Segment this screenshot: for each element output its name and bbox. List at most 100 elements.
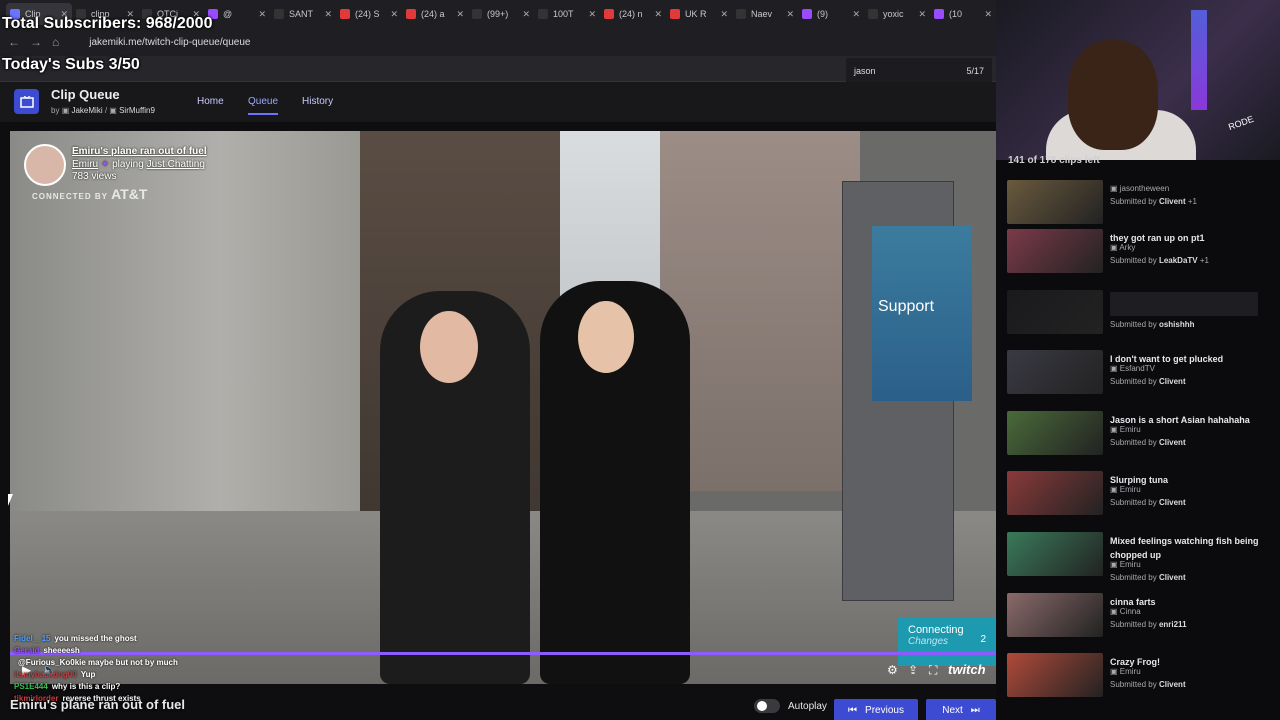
category-link[interactable]: Just Chatting <box>147 159 205 170</box>
clip-thumbnail[interactable] <box>1007 411 1103 455</box>
submitted-by-label: Submitted by <box>1110 498 1157 507</box>
tab-close-icon[interactable]: ✕ <box>852 9 860 20</box>
chat-username[interactable]: Fidel__15 <box>14 634 50 643</box>
browser-tab[interactable]: (10 ✕ <box>930 3 996 25</box>
tab-close-icon[interactable]: ✕ <box>324 9 332 20</box>
tab-close-icon[interactable]: ✕ <box>390 9 398 20</box>
tab-close-icon[interactable]: ✕ <box>720 9 728 20</box>
chat-message: @Furious_Ko0kie maybe but not by much <box>14 658 314 667</box>
tab-favicon-icon <box>802 9 812 19</box>
browser-tab[interactable]: 100T ✕ <box>534 3 600 25</box>
browser-tab[interactable]: (24) S ✕ <box>336 3 402 25</box>
tab-label: SANT <box>289 9 314 19</box>
settings-gear-icon[interactable]: ⚙ <box>887 663 898 677</box>
forward-icon[interactable]: → <box>30 35 42 49</box>
tab-label: (10 <box>949 9 963 19</box>
bottom-clip-title: Emiru's plane ran out of fuel <box>10 697 185 712</box>
chat-text: sheeeesh <box>43 646 80 655</box>
tab-close-icon[interactable]: ✕ <box>984 9 992 20</box>
queue-item[interactable]: cinna farts ▣ Cinna Submitted by enri211 <box>1007 593 1269 637</box>
autoplay-control[interactable]: Autoplay <box>754 699 827 713</box>
submitter-name: Clivent <box>1158 498 1186 507</box>
browser-tab[interactable]: Naev ✕ <box>732 3 798 25</box>
tab-close-icon[interactable]: ✕ <box>258 9 266 20</box>
queue-item[interactable]: I don't want to get plucked ▣ EsfandTV Sub… <box>1007 350 1269 394</box>
queue-item-channel: ▣ jasontheween <box>1110 184 1169 193</box>
clip-thumbnail[interactable] <box>1007 180 1103 224</box>
browser-tab[interactable]: UK R ✕ <box>666 3 732 25</box>
connecting-banner: Connecting 2 Changes <box>898 618 996 666</box>
nav-home[interactable]: Home <box>197 96 224 107</box>
clip-thumbnail[interactable] <box>1007 290 1103 334</box>
queue-item[interactable]: Crazy Frog! ▣ Emiru Submitted by Clivent <box>1007 653 1269 697</box>
nav-queue[interactable]: Queue <box>248 96 279 115</box>
browser-tab[interactable]: (99+) ✕ <box>468 3 534 25</box>
next-label: Next <box>942 704 963 716</box>
autoplay-toggle[interactable] <box>754 699 780 713</box>
queue-item[interactable]: Submitted by oshishhh <box>1007 290 1269 334</box>
share-icon[interactable]: ⇪ <box>908 663 918 677</box>
fullscreen-icon[interactable]: ⛶ <box>929 663 937 678</box>
browser-tab[interactable]: @ ✕ <box>204 3 270 25</box>
browser-tab[interactable]: (24) n ✕ <box>600 3 666 25</box>
nav-history[interactable]: History <box>302 96 333 107</box>
clip-thumbnail[interactable] <box>1007 653 1103 697</box>
clip-title[interactable]: Emiru's plane ran out of fuel <box>72 146 207 157</box>
queue-item[interactable]: Jason is a short Asian hahahaha ▣ Emiru Su… <box>1007 411 1269 455</box>
chat-username[interactable]: Gerald <box>14 646 39 655</box>
twitch-small-icon: ▣ <box>61 106 70 115</box>
chat-username[interactable]: itsmybackdog00 <box>14 670 77 679</box>
tab-label: 100T <box>553 9 574 19</box>
connecting-sub: Changes <box>908 636 949 647</box>
clip-thumbnail[interactable] <box>1007 350 1103 394</box>
twitch-logo[interactable]: twitch <box>948 662 986 677</box>
next-button[interactable]: Next ⏭ <box>926 699 996 720</box>
channel-avatar[interactable] <box>24 144 66 186</box>
submitter-name: Clivent <box>1158 573 1186 582</box>
back-icon[interactable]: ← <box>8 35 20 49</box>
submitter-extra: +1 <box>1199 256 1209 265</box>
tv-logo-icon[interactable] <box>14 89 39 114</box>
tab-label: UK R <box>685 9 707 19</box>
clip-thumbnail[interactable] <box>1007 471 1103 515</box>
twitch-small-icon: ▣ <box>1110 364 1120 373</box>
tab-close-icon[interactable]: ✕ <box>588 9 596 20</box>
chat-text: why is this a clip? <box>51 682 121 691</box>
queue-item[interactable]: ▣ jasontheween Submitted by Clivent +1 <box>1007 180 1269 224</box>
submitted-by-label: Submitted by <box>1110 197 1157 206</box>
browser-tab[interactable]: SANT ✕ <box>270 3 336 25</box>
browser-tab[interactable]: (9) ✕ <box>798 3 864 25</box>
tab-label: yoxic <box>883 9 904 19</box>
home-icon[interactable]: ⌂ <box>52 35 59 49</box>
browser-tab[interactable]: (24) a ✕ <box>402 3 468 25</box>
tab-close-icon[interactable]: ✕ <box>918 9 926 20</box>
video-player[interactable]: Support <box>10 131 996 684</box>
tab-close-icon[interactable]: ✕ <box>786 9 794 20</box>
submitter-name: Clivent <box>1158 377 1186 386</box>
find-in-page-box[interactable]: jason 5/17 <box>846 58 992 84</box>
queue-item[interactable]: they got ran up on pt1 ▣ Arky Submitted by… <box>1007 229 1269 273</box>
tab-label: Naev <box>751 9 773 19</box>
channel-link[interactable]: Emiru <box>72 159 98 170</box>
channel-name: jasontheween <box>1119 184 1170 193</box>
clip-thumbnail[interactable] <box>1007 593 1103 637</box>
tab-close-icon[interactable]: ✕ <box>456 9 464 20</box>
previous-button[interactable]: ⏮ Previous <box>834 699 918 720</box>
author-link-1[interactable]: JakeMiki <box>71 106 102 115</box>
url-field[interactable]: jakemiki.me/twitch-clip-queue/queue <box>89 37 250 48</box>
queue-item[interactable]: Mixed feelings watching fish being chopp… <box>1007 532 1269 582</box>
find-query[interactable]: jason <box>854 66 876 76</box>
channel-name: Emiru <box>1119 560 1141 569</box>
clip-thumbnail[interactable] <box>1007 229 1103 273</box>
tab-favicon-icon <box>934 9 944 19</box>
app-byline: by ▣ JakeMiki / ▣ SirMuffin9 <box>51 106 155 115</box>
queue-item-submitter: Submitted by enri211 <box>1110 620 1187 629</box>
tab-label: (24) S <box>355 9 380 19</box>
clip-thumbnail[interactable] <box>1007 532 1103 576</box>
browser-tab[interactable]: yoxic ✕ <box>864 3 930 25</box>
chat-username[interactable]: PS1E444 <box>14 682 48 691</box>
tab-close-icon[interactable]: ✕ <box>654 9 662 20</box>
tab-close-icon[interactable]: ✕ <box>522 9 530 20</box>
author-link-2[interactable]: SirMuffin9 <box>119 106 155 115</box>
queue-item[interactable]: Slurping tuna ▣ Emiru Submitted by Clivent <box>1007 471 1269 515</box>
